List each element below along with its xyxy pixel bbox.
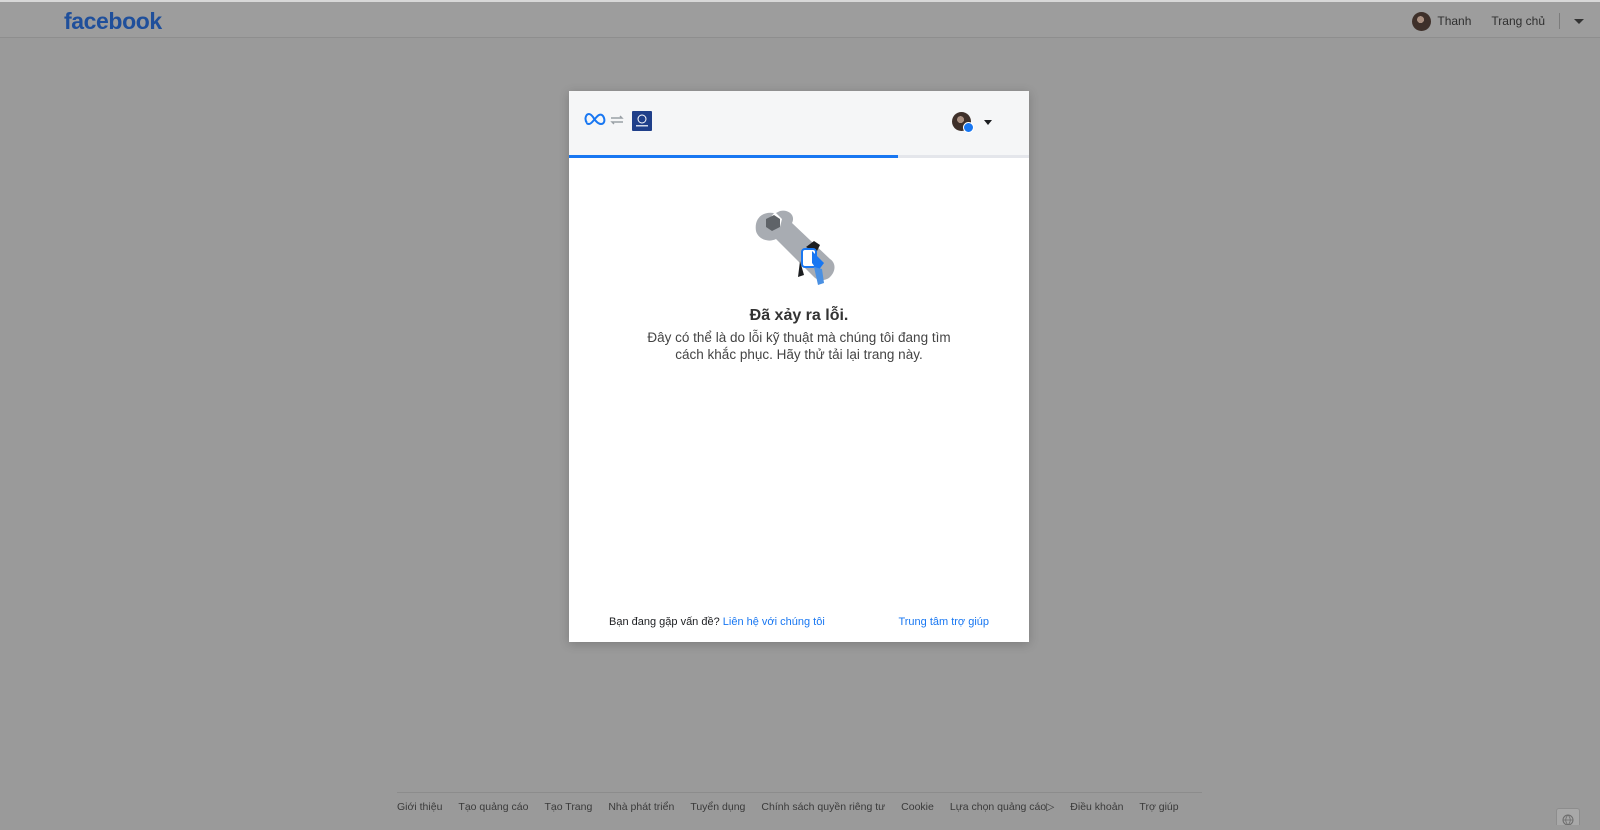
top-navigation-bar: facebook Thanh Trang chủ [0,0,1600,38]
account-menu-caret-icon[interactable] [1574,18,1584,24]
wrench-robot-icon [755,210,835,285]
home-link[interactable]: Trang chủ [1491,14,1545,28]
footer-link-ad-choices[interactable]: Lựa chọn quảng cáo▷ [950,801,1054,813]
footer-link-privacy[interactable]: Chính sách quyền riêng tư [761,801,885,813]
facebook-logo[interactable]: facebook [64,8,162,35]
help-center-link[interactable]: Trung tâm trợ giúp [898,616,989,628]
sync-arrows-icon [610,115,624,125]
footer-links: Giới thiệu Tạo quảng cáo Tạo Trang Nhà p… [397,801,1202,813]
page-footer: Giới thiệu Tạo quảng cáo Tạo Trang Nhà p… [397,792,1202,813]
facebook-badge-icon [963,122,974,133]
adchoices-icon: ▷ [1046,801,1055,813]
footer-link-careers[interactable]: Tuyển dụng [690,801,745,813]
footer-link-create-page[interactable]: Tạo Trang [544,801,592,813]
error-message: Đây có thể là do lỗi kỹ thuật mà chúng t… [647,330,951,362]
user-name-link[interactable]: Thanh [1437,14,1471,28]
globe-icon[interactable] [1556,808,1580,826]
progress-bar [569,155,1029,158]
top-right-menu: Thanh Trang chủ [1412,10,1584,32]
problem-question: Bạn đang gặp vấn đề? [609,616,720,628]
help-center-wrapper: Trung tâm trợ giúp [898,616,989,628]
app-logo-icon [636,114,648,127]
footer-link-about[interactable]: Giới thiệu [397,801,442,813]
app-icon [632,111,652,131]
account-switch-caret-icon[interactable] [984,120,992,125]
separator [1559,13,1560,29]
meta-infinity-icon [584,112,606,126]
progress-bar-fill [569,155,898,158]
footer-link-terms[interactable]: Điều khoản [1070,801,1123,813]
contact-us-link[interactable]: Liên hệ với chúng tôi [723,616,825,628]
error-title: Đã xảy ra lỗi. [749,307,849,324]
footer-link-developers[interactable]: Nhà phát triển [608,801,674,813]
footer-link-create-ad[interactable]: Tạo quảng cáo [458,801,528,813]
contact-prompt: Bạn đang gặp vấn đề? Liên hệ với chúng t… [609,616,825,628]
footer-link-ad-choices-label: Lựa chọn quảng cáo [949,801,1047,813]
user-avatar[interactable] [1412,11,1432,31]
footer-link-help[interactable]: Trợ giúp [1139,801,1178,813]
error-dialog: Đã xảy ra lỗi. Đây có thể là do lỗi kỹ t… [569,91,1029,642]
dialog-header [569,91,1029,158]
footer-link-cookie[interactable]: Cookie [901,801,934,813]
globe-glyph-icon [1562,814,1574,826]
